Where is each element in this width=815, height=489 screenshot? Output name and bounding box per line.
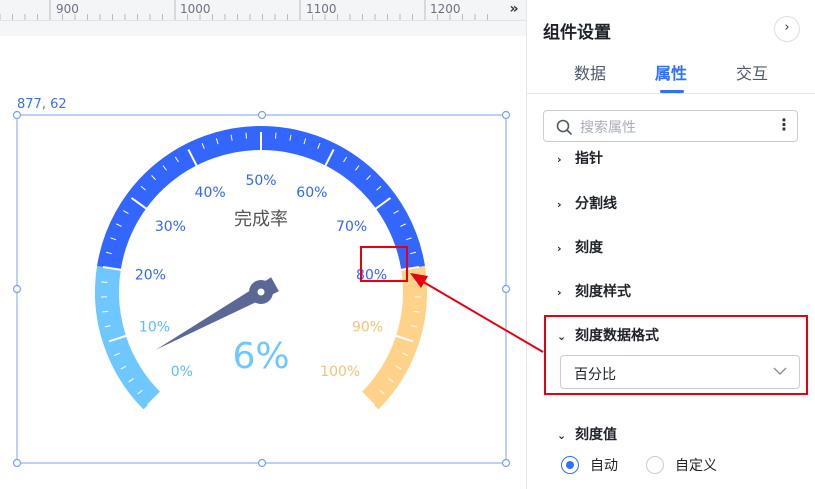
gauge-scale-label: 20% (135, 267, 166, 283)
resize-handle[interactable] (12, 110, 22, 120)
radio-label-custom[interactable]: 自定义 (675, 455, 717, 475)
gauge-title: 完成率 (234, 209, 288, 230)
section-scale-style[interactable]: › 刻度样式 (557, 281, 631, 301)
section-label: 指针 (575, 151, 603, 164)
radio-selected-dot (566, 461, 574, 469)
tabs-divider (527, 93, 815, 94)
tab-interaction[interactable]: 交互 (736, 60, 768, 84)
radio-custom[interactable] (646, 456, 664, 474)
section-label: 分割线 (575, 196, 617, 212)
gauge-scale-label: 0% (171, 364, 193, 380)
gauge-scale-label: 40% (195, 185, 226, 201)
section-scale-value[interactable]: ⌄ 刻度值 (557, 424, 617, 444)
radio-auto[interactable] (561, 456, 579, 474)
section-split-line[interactable]: › 分割线 (557, 193, 617, 213)
resize-handle[interactable] (12, 458, 22, 468)
resize-handle[interactable] (257, 458, 267, 468)
gauge-scale-label: 100% (320, 364, 360, 380)
gauge-scale-label: 10% (139, 320, 170, 336)
gauge-scale-label: 90% (352, 320, 383, 336)
chevron-right-icon: › (557, 242, 562, 255)
section-label: 刻度值 (575, 427, 617, 443)
gauge-minor-tick (245, 132, 248, 139)
chevron-right-icon: › (557, 153, 562, 164)
annotation-highlight-box (544, 315, 808, 395)
resize-handle[interactable] (12, 284, 22, 294)
resize-handle[interactable] (501, 110, 511, 120)
chevron-right-icon: › (557, 286, 562, 299)
gauge-needle-pin (257, 288, 265, 296)
section-scale[interactable]: › 刻度 (557, 237, 603, 257)
resize-handle[interactable] (501, 284, 511, 294)
section-pointer[interactable]: › 指针 (557, 148, 603, 164)
search-input[interactable] (578, 117, 772, 139)
gauge-scale-label: 80% (356, 267, 387, 283)
component-settings-panel: 组件设置 › 数据 属性 交互 ⋮ › 指针 › 分割线 › 刻度 › 刻度样式 ⌄ 刻度… (526, 0, 815, 489)
resize-handle[interactable] (257, 110, 267, 120)
gauge-arc-segment (97, 126, 425, 270)
gauge-scale-label: 50% (245, 173, 276, 189)
gauge-scale-label: 30% (155, 219, 186, 235)
gauge-minor-tick (274, 132, 277, 139)
tab-data[interactable]: 数据 (574, 60, 606, 84)
resize-handle[interactable] (501, 458, 511, 468)
gauge-scale-label: 70% (336, 219, 367, 235)
gauge-widget[interactable]: 0% 10% 20% 30% 40% 50% 60% 70% 80% 90% 100% 完成率 6% (0, 0, 526, 489)
section-label: 刻度 (575, 240, 603, 256)
chevron-right-icon[interactable]: › (774, 16, 800, 42)
section-label: 刻度样式 (575, 284, 631, 300)
search-icon (556, 119, 572, 135)
chevron-down-icon: ⌄ (557, 429, 567, 442)
design-canvas[interactable]: 900 1000 1100 1200 » 877, 62 0% 10% 20% 30%… (0, 0, 526, 489)
radio-label-auto[interactable]: 自动 (590, 455, 618, 475)
panel-title: 组件设置 (543, 23, 611, 43)
search-box[interactable]: ⋮ (543, 110, 798, 142)
more-options-icon[interactable]: ⋮ (776, 115, 792, 137)
chevron-right-icon: › (557, 198, 562, 211)
gauge-value: 6% (232, 336, 289, 377)
tab-properties[interactable]: 属性 (655, 60, 687, 84)
gauge-scale-label: 60% (296, 185, 327, 201)
